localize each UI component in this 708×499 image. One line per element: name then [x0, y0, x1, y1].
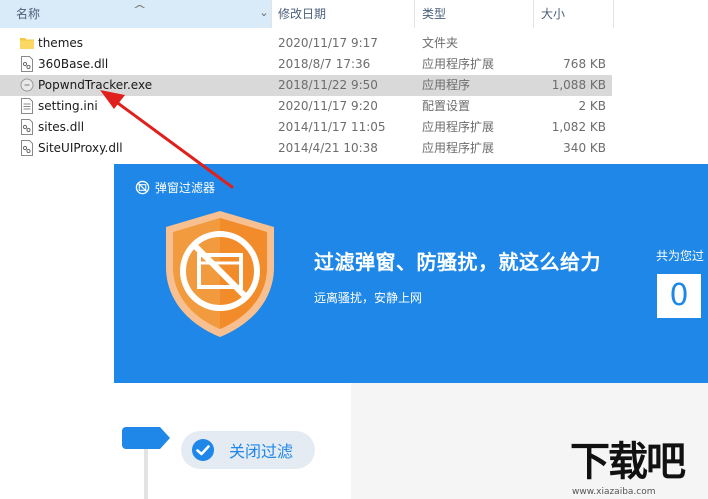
dll-file-icon	[21, 140, 33, 156]
app-title-bar: 弹窗过滤器	[135, 178, 215, 196]
file-date: 2014/11/17 11:05	[278, 120, 386, 134]
chevron-down-icon[interactable]: ⌄	[258, 0, 270, 28]
close-filter-label: 关闭过滤	[229, 442, 294, 461]
column-header-date[interactable]: 修改日期	[272, 0, 414, 28]
file-type: 应用程序扩展	[422, 141, 495, 155]
app-title: 弹窗过滤器	[155, 180, 216, 195]
file-date: 2018/8/7 17:36	[278, 57, 371, 71]
watermark-text: 下载吧	[570, 439, 686, 485]
stat-label: 共为您过	[656, 249, 705, 263]
file-size: 1,082 KB	[551, 120, 606, 134]
file-type: 应用程序	[422, 78, 471, 92]
file-name: SiteUIProxy.dll	[38, 141, 123, 155]
file-row[interactable]: SiteUIProxy.dll 2014/4/21 10:38 应用程序扩展 3…	[0, 138, 612, 159]
file-type: 应用程序扩展	[422, 120, 495, 134]
dll-file-icon	[21, 56, 33, 72]
file-size: 1,088 KB	[551, 78, 606, 92]
column-header-bar: 名称 ^ ⌄ 修改日期 类型 大小	[0, 0, 708, 28]
file-size: 2 KB	[578, 99, 606, 113]
file-row-selected[interactable]: PopwndTracker.exe 2018/11/22 9:50 应用程序 1…	[0, 75, 612, 96]
file-type: 文件夹	[422, 36, 459, 50]
column-header-type[interactable]: 类型	[414, 0, 534, 28]
file-date: 2014/4/21 10:38	[278, 141, 378, 155]
column-header-type-label: 类型	[422, 7, 447, 21]
watermark-logo: 下载吧 www.xiazaiba.com	[570, 440, 708, 499]
file-date: 2020/11/17 9:20	[278, 99, 378, 113]
file-type: 配置设置	[422, 99, 471, 113]
file-row[interactable]: themes 2020/11/17 9:17 文件夹	[0, 33, 612, 54]
column-header-size[interactable]: 大小	[534, 0, 614, 28]
file-name: sites.dll	[38, 120, 85, 134]
flag-icon	[122, 427, 170, 449]
file-row[interactable]: sites.dll 2014/11/17 11:05 应用程序扩展 1,082 …	[0, 117, 612, 138]
check-circle-icon	[192, 439, 214, 461]
headline: 过滤弹窗、防骚扰，就这么给力	[314, 250, 601, 274]
app-banner: 弹窗过滤器 过滤弹窗、防骚扰，就这么给力 远离骚扰，安静上网 共为您过 0	[114, 164, 708, 383]
watermark-url: www.xiazaiba.com	[572, 487, 656, 497]
subline: 远离骚扰，安静上网	[314, 291, 423, 305]
file-date: 2018/11/22 9:50	[278, 78, 378, 92]
close-filter-button[interactable]: 关闭过滤	[181, 431, 315, 469]
dll-file-icon	[21, 119, 33, 135]
file-type: 应用程序扩展	[422, 57, 495, 71]
exe-file-icon	[20, 78, 34, 92]
folder-icon	[20, 38, 34, 49]
column-header-size-label: 大小	[541, 7, 566, 21]
shield-icon	[166, 211, 274, 337]
counter-digit: 0	[657, 274, 701, 318]
column-header-name-label: 名称	[16, 7, 41, 21]
column-header-date-label: 修改日期	[278, 7, 327, 21]
ini-file-icon	[21, 98, 33, 114]
sort-ascending-icon: ^	[132, 3, 147, 16]
file-name: themes	[38, 36, 84, 50]
column-divider[interactable]	[613, 0, 614, 28]
file-size: 340 KB	[563, 141, 606, 155]
column-header-name[interactable]: 名称 ^ ⌄	[0, 0, 272, 28]
file-name: PopwndTracker.exe	[38, 78, 153, 92]
file-date: 2020/11/17 9:17	[278, 36, 378, 50]
file-size: 768 KB	[563, 57, 606, 71]
filter-counter: 0	[657, 274, 703, 318]
file-name: setting.ini	[38, 99, 98, 113]
file-row[interactable]: setting.ini 2020/11/17 9:20 配置设置 2 KB	[0, 96, 612, 117]
popup-filter-logo-icon	[135, 180, 150, 194]
file-row[interactable]: 360Base.dll 2018/8/7 17:36 应用程序扩展 768 KB	[0, 54, 612, 75]
file-name: 360Base.dll	[38, 57, 109, 71]
